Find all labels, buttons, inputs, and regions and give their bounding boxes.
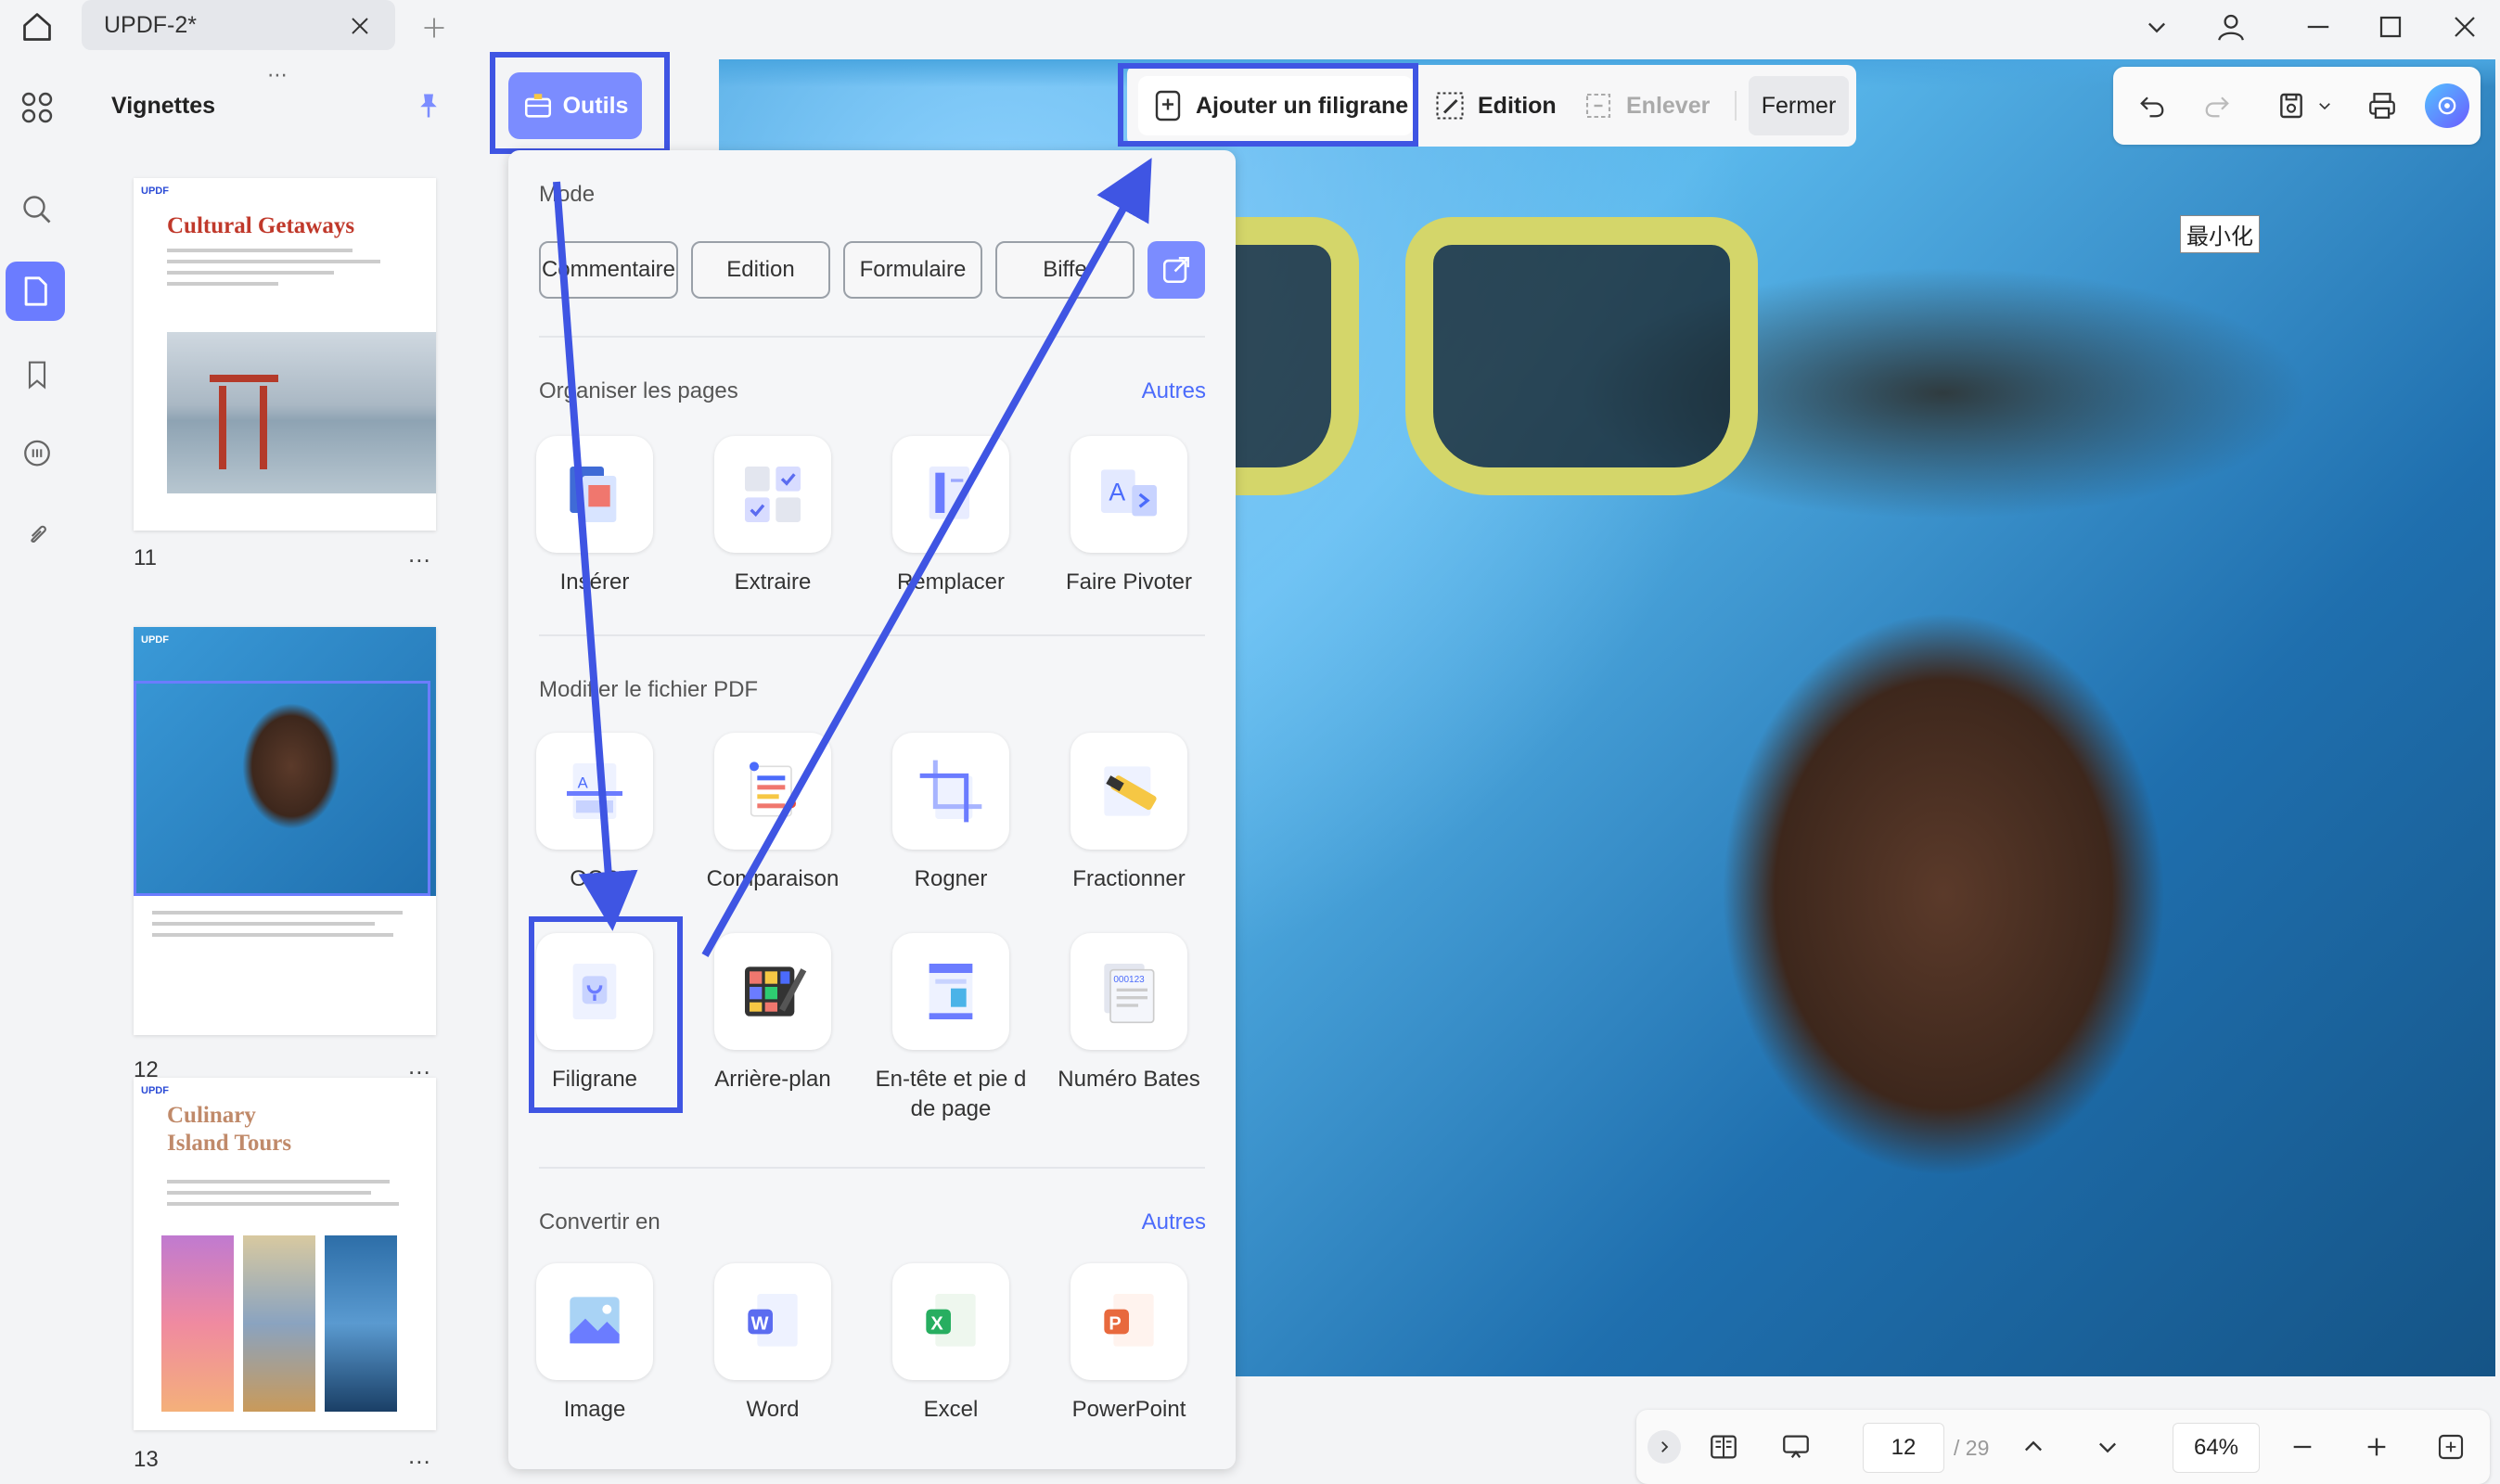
zoom-out-icon[interactable] xyxy=(2282,1426,2323,1467)
fit-page-icon[interactable] xyxy=(2430,1426,2471,1467)
annotation-arrows xyxy=(553,158,1152,957)
page-navigation-bar: 12 / 29 64% xyxy=(1636,1410,2490,1484)
arrow-to-watermark-tool xyxy=(553,181,638,931)
zoom-in-icon[interactable] xyxy=(2356,1426,2397,1467)
page-layout-icon[interactable] xyxy=(1703,1426,1744,1467)
total-pages: / 29 xyxy=(1954,1436,1990,1460)
presentation-icon[interactable] xyxy=(1776,1426,1816,1467)
next-page-icon[interactable] xyxy=(2087,1426,2128,1467)
previous-page-icon[interactable] xyxy=(2013,1426,2054,1467)
arrow-to-add-watermark xyxy=(701,158,1152,957)
expand-toolbar-icon[interactable] xyxy=(1647,1430,1681,1464)
current-page-input[interactable]: 12 xyxy=(1863,1423,1944,1473)
zoom-level-input[interactable]: 64% xyxy=(2173,1423,2260,1473)
